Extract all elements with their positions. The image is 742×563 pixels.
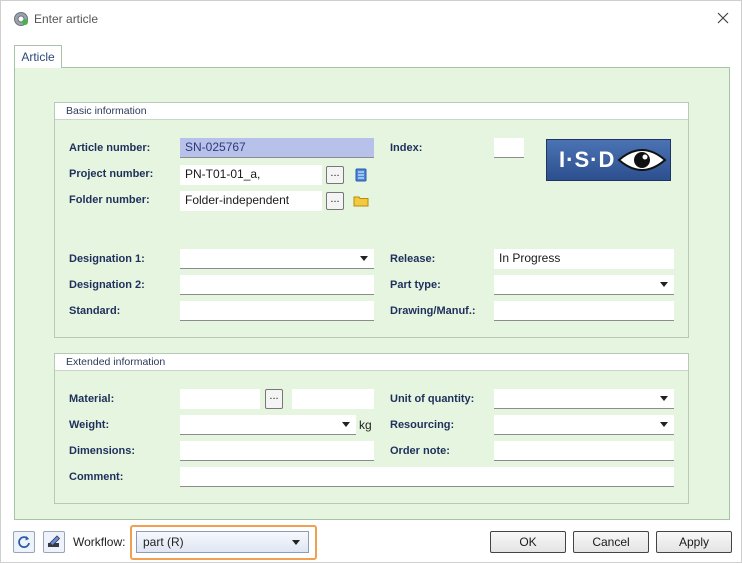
refresh-icon [18, 536, 30, 548]
weight-dropdown[interactable] [180, 415, 356, 435]
folder-number-label: Folder number: [69, 194, 150, 206]
close-icon [717, 12, 729, 24]
material-secondary-field[interactable] [292, 389, 374, 409]
dimensions-field[interactable] [180, 441, 374, 461]
resourcing-dropdown[interactable] [494, 415, 674, 435]
eye-icon [617, 149, 667, 171]
chevron-down-icon [360, 256, 368, 261]
material-field[interactable] [180, 389, 260, 409]
order-note-label: Order note: [390, 445, 450, 457]
isd-logo-text: I·S·D [559, 147, 616, 172]
folder-icon[interactable] [353, 193, 369, 209]
chevron-down-icon [292, 540, 300, 545]
release-label: Release: [390, 253, 436, 265]
standard-label: Standard: [69, 305, 121, 317]
workflow-label: Workflow: [73, 535, 126, 549]
window-title: Enter article [34, 12, 99, 26]
weight-unit: kg [359, 418, 372, 432]
app-gear-icon [14, 12, 28, 26]
cancel-button[interactable]: Cancel [573, 531, 649, 553]
designation2-field[interactable] [180, 275, 374, 295]
dimensions-label: Dimensions: [69, 445, 136, 457]
resourcing-label: Resourcing: [390, 419, 455, 431]
project-browse-button[interactable]: ... [326, 166, 344, 184]
index-field[interactable] [494, 138, 524, 158]
edit-button[interactable] [43, 531, 65, 553]
project-database-icon[interactable] [353, 167, 369, 183]
chevron-down-icon [660, 282, 668, 287]
unit-of-quantity-dropdown[interactable] [494, 389, 674, 409]
basic-information-title: Basic information [55, 103, 688, 120]
workflow-dropdown[interactable]: part (R) [136, 531, 309, 553]
refresh-button[interactable] [13, 531, 35, 553]
project-number-field[interactable]: PN-T01-01_a, [180, 165, 322, 185]
comment-field[interactable] [180, 467, 674, 487]
part-type-label: Part type: [390, 279, 441, 291]
order-note-field[interactable] [494, 441, 674, 461]
ok-button[interactable]: OK [490, 531, 566, 553]
article-number-label: Article number: [69, 142, 151, 154]
release-field: In Progress [494, 249, 674, 269]
part-type-dropdown[interactable] [494, 275, 674, 295]
edit-icon [48, 535, 61, 547]
material-browse-button[interactable]: ... [265, 389, 283, 409]
extended-information-title: Extended information [55, 354, 688, 371]
project-number-label: Project number: [69, 168, 154, 180]
chevron-down-icon [660, 422, 668, 427]
designation1-label: Designation 1: [69, 253, 145, 265]
title-bar: Enter article [1, 1, 741, 35]
enter-article-dialog: Enter article Article Basic information … [0, 0, 742, 563]
comment-label: Comment: [69, 471, 124, 483]
close-button[interactable] [707, 5, 739, 31]
folder-browse-button[interactable]: ... [326, 192, 344, 210]
designation1-dropdown[interactable] [180, 249, 374, 269]
material-label: Material: [69, 393, 115, 405]
unit-of-quantity-label: Unit of quantity: [390, 393, 475, 405]
apply-button[interactable]: Apply [656, 531, 732, 553]
chevron-down-icon [342, 422, 350, 427]
index-label: Index: [390, 142, 423, 154]
workflow-value: part (R) [143, 535, 184, 549]
drawing-field[interactable] [494, 301, 674, 321]
standard-field[interactable] [180, 301, 374, 321]
designation2-label: Designation 2: [69, 279, 145, 291]
drawing-label: Drawing/Manuf.: [390, 305, 476, 317]
isd-logo: I·S·D [546, 139, 671, 181]
chevron-down-icon [660, 396, 668, 401]
tab-article[interactable]: Article [14, 45, 62, 68]
weight-label: Weight: [69, 419, 110, 431]
folder-number-field[interactable]: Folder-independent [180, 191, 322, 211]
article-number-field[interactable]: SN-025767 [180, 138, 374, 158]
tab-article-label: Article [21, 50, 55, 64]
